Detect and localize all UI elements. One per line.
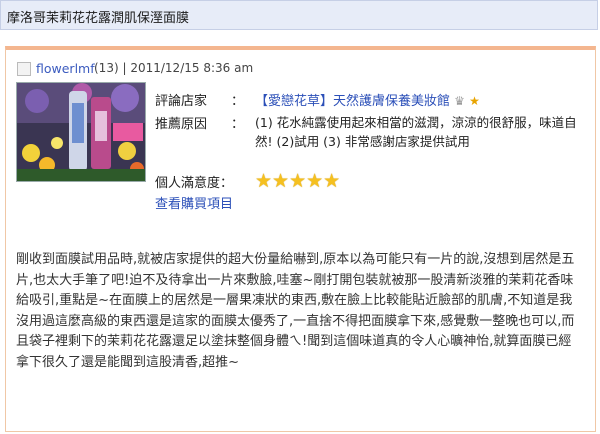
reason-text: (1) 花水純露使用起來相當的滋潤，涼涼的很舒服，味道自然! (2)試用 (3)… — [255, 115, 577, 149]
rating-stars: ★★★★★ — [255, 170, 341, 192]
post-meta: (13) | 2011/12/15 8:36 am — [94, 61, 253, 75]
title-bar: 摩洛哥茉莉花花露潤肌保溼面膜 — [0, 0, 598, 30]
reason-label: 推薦原因 — [155, 117, 208, 132]
meta-separator: | — [122, 61, 127, 75]
post-datetime: 2011/12/15 8:36 am — [130, 61, 254, 75]
badge-icon: ★ — [469, 94, 480, 108]
store-label: 評論店家 — [155, 94, 208, 109]
trophy-icon: ♛ — [454, 94, 465, 108]
review-body: 剛收到面膜試用品時,就被店家提供的超大份量給嚇到,原本以為可能只有一片的說,沒想… — [16, 252, 575, 370]
username-link[interactable]: flowerlmf — [36, 61, 95, 76]
avatar[interactable] — [17, 62, 31, 76]
reason-colon: ： — [231, 117, 245, 132]
page-title: 摩洛哥茉莉花花露潤肌保溼面膜 — [7, 11, 190, 26]
store-name[interactable]: 【愛戀花草】天然護膚保養美妝館 — [255, 94, 450, 109]
satisfaction-label: 個人滿意度： — [155, 176, 234, 191]
user-count: (13) — [94, 61, 119, 75]
view-purchased-items-link[interactable]: 查看購買項目 — [155, 193, 233, 212]
store-name-link[interactable]: 【愛戀花草】天然護膚保養美妝館 ♛ ★ — [255, 90, 480, 109]
product-photo[interactable] — [16, 82, 146, 182]
store-colon: ： — [231, 94, 245, 109]
product-image — [17, 83, 145, 181]
